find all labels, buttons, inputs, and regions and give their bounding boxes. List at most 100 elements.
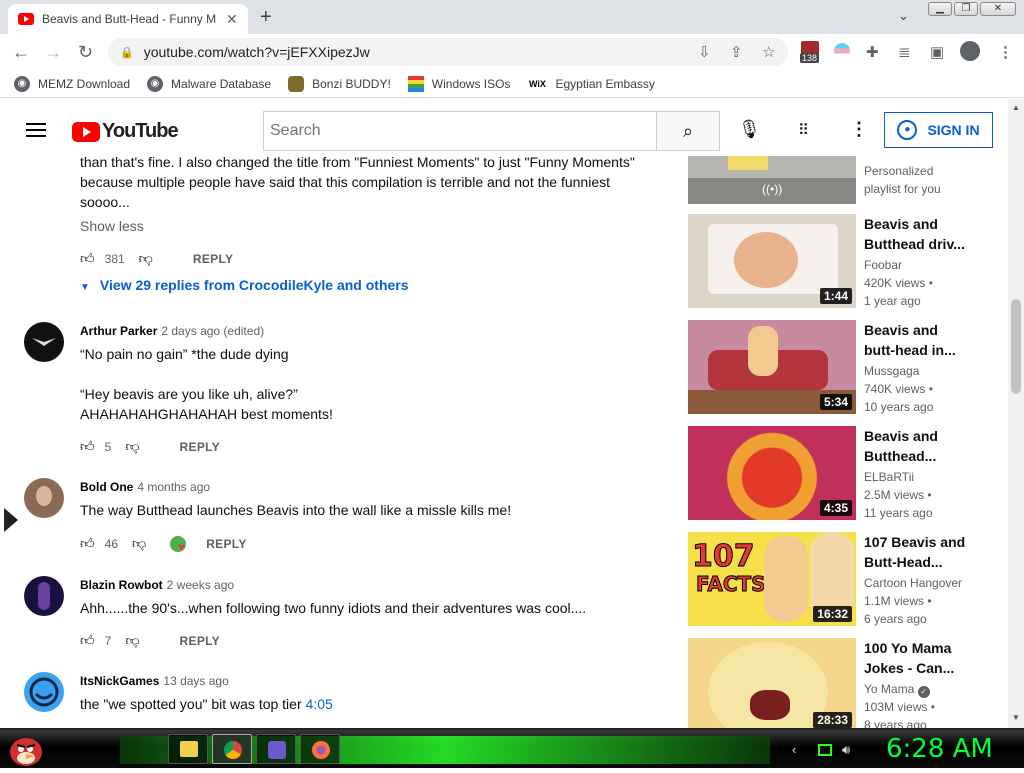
scroll-up-icon[interactable]: ▲ — [1012, 103, 1020, 112]
dislike-icon[interactable]: 👎︎ — [125, 438, 139, 455]
video-channel[interactable]: Cartoon Hangover — [864, 574, 962, 592]
video-title[interactable]: Beavis and Butthead driv... — [864, 214, 1004, 254]
reload-icon[interactable]: ↻ — [78, 42, 93, 63]
like-icon[interactable]: 👍︎ — [80, 250, 95, 267]
maximize-icon[interactable]: ❐ — [954, 2, 978, 16]
comment-author[interactable]: Blazin Rowbot 2 weeks ago — [80, 578, 234, 592]
bookmark-windows-isos[interactable]: Windows ISOs — [407, 75, 510, 92]
sign-in-button[interactable]: ● SIGN IN — [884, 112, 993, 148]
tab-search-chevron-icon[interactable]: ⌄ — [898, 8, 909, 24]
like-icon[interactable]: 👍︎ — [80, 438, 95, 455]
related-video[interactable]: 4:35 Beavis and Butthead... ELBaRTii 2.5M… — [688, 426, 1008, 520]
video-thumbnail[interactable]: 5:34 — [688, 320, 856, 414]
like-icon[interactable]: 👍︎ — [80, 632, 95, 649]
video-thumbnail[interactable]: 28:33 — [688, 638, 856, 728]
video-channel[interactable]: Foobar — [864, 256, 902, 274]
dislike-icon[interactable]: 👎︎ — [125, 632, 139, 649]
search-box[interactable] — [263, 111, 657, 151]
related-video[interactable]: 28:33 100 Yo Mama Jokes - Can... Yo Mama … — [688, 638, 1008, 728]
network-icon[interactable] — [818, 744, 832, 756]
share-icon[interactable]: ⇪ — [730, 43, 743, 61]
like-icon[interactable]: 👍︎ — [80, 535, 95, 552]
close-tab-icon[interactable]: ✕ — [226, 11, 238, 28]
related-video[interactable]: 107 FACTS 16:32 107 Beavis and Butt-Head.… — [688, 532, 1008, 626]
apps-grid-icon[interactable]: ⠿ — [798, 121, 809, 139]
video-title[interactable]: Beavis and Butthead... — [864, 426, 1004, 466]
close-window-icon[interactable]: ✕ — [980, 2, 1016, 16]
scrollbar-thumb[interactable] — [1011, 299, 1021, 394]
install-icon[interactable]: ⇩ — [698, 43, 711, 61]
comment-author[interactable]: ItsNickGames 13 days ago — [80, 674, 229, 688]
avatar[interactable] — [24, 322, 64, 362]
video-title[interactable]: 100 Yo Mama Jokes - Can... — [864, 638, 1004, 678]
start-button[interactable] — [6, 732, 46, 768]
dislike-icon[interactable]: 👎︎ — [132, 535, 146, 552]
extensions-puzzle-icon[interactable]: ✚ — [866, 43, 879, 61]
media-control-icon[interactable]: ≣ — [898, 43, 911, 61]
taskbar-explorer[interactable] — [168, 734, 208, 764]
volume-icon[interactable]: 🔊︎ — [842, 742, 850, 758]
profile-avatar-icon[interactable] — [960, 41, 980, 61]
extension-flag-icon[interactable] — [834, 43, 850, 59]
comment-date[interactable]: 2 days ago (edited) — [161, 324, 264, 338]
avatar[interactable] — [24, 672, 64, 712]
lock-icon[interactable]: 🔒 — [120, 46, 134, 59]
reply-button[interactable]: REPLY — [206, 537, 246, 551]
youtube-logo[interactable]: YouTube — [72, 120, 179, 143]
more-options-icon[interactable]: ⋮ — [850, 119, 868, 140]
side-panel-icon[interactable]: ▣ — [930, 43, 944, 61]
browser-tab[interactable]: Beavis and Butt-Head - Funny M ✕ — [8, 4, 248, 34]
taskbar-app[interactable] — [256, 734, 296, 764]
page-scrollbar[interactable]: ▲ ▼ — [1008, 99, 1024, 728]
video-thumbnail[interactable]: 4:35 — [688, 426, 856, 520]
search-button[interactable]: ⌕ — [656, 111, 720, 151]
video-title[interactable]: 107 Beavis and Butt-Head... — [864, 532, 1004, 572]
dislike-icon[interactable]: 👎︎ — [139, 250, 153, 267]
video-channel[interactable]: Yo Mama ✓ — [864, 680, 930, 698]
video-channel[interactable]: Mussgaga — [864, 362, 919, 380]
reply-button[interactable]: REPLY — [193, 252, 233, 266]
search-input[interactable] — [270, 122, 657, 140]
taskbar-firefox[interactable] — [300, 734, 340, 764]
comment-date[interactable]: 13 days ago — [163, 674, 228, 688]
related-video-mix[interactable]: ((•)) Personalized playlist for you — [688, 156, 1008, 204]
avatar-face — [36, 486, 52, 506]
avatar[interactable] — [24, 478, 64, 518]
video-thumbnail[interactable]: 107 FACTS 16:32 — [688, 532, 856, 626]
scroll-down-icon[interactable]: ▼ — [1012, 713, 1020, 722]
minimize-icon[interactable]: ▁ — [928, 2, 952, 16]
show-less-link[interactable]: Show less — [80, 218, 144, 234]
timestamp-link[interactable]: 4:05 — [306, 696, 333, 712]
bookmark-egyptian-embassy[interactable]: WiX Egyptian Embassy — [527, 76, 655, 92]
video-thumbnail[interactable]: 1:44 — [688, 214, 856, 308]
related-video[interactable]: 1:44 Beavis and Butthead driv... Foobar 4… — [688, 214, 1008, 308]
bookmark-bonzi-buddy[interactable]: Bonzi BUDDY! — [288, 75, 391, 92]
comment-date[interactable]: 4 months ago — [137, 480, 210, 494]
bookmark-star-icon[interactable]: ☆ — [762, 43, 775, 61]
bookmark-memz[interactable]: ◉ MEMZ Download — [14, 75, 130, 92]
back-icon[interactable]: ← — [12, 42, 30, 63]
taskbar-chrome[interactable] — [212, 734, 252, 764]
bookmark-malware-database[interactable]: ◉ Malware Database — [147, 75, 271, 92]
video-channel[interactable]: ELBaRTii — [864, 468, 914, 486]
video-views: 2.5M views • — [864, 488, 932, 502]
taskbar-clock[interactable]: 6:28 AM — [886, 734, 993, 764]
view-replies-button[interactable]: ▼ View 29 replies from CrocodileKyle and … — [80, 277, 409, 293]
video-title[interactable]: Beavis and butt-head in... — [864, 320, 1004, 360]
new-tab-icon[interactable]: + — [260, 6, 272, 29]
comment-date[interactable]: 2 weeks ago — [167, 578, 234, 592]
hamburger-menu-icon[interactable] — [26, 123, 46, 141]
reply-button[interactable]: REPLY — [180, 634, 220, 648]
avatar[interactable] — [24, 576, 64, 616]
address-bar[interactable]: 🔒 youtube.com/watch?v=jEFXXipezJw ⇩ ⇪ ☆ — [108, 38, 788, 66]
video-thumbnail[interactable]: ((•)) — [688, 156, 856, 204]
microphone-icon[interactable]: 🎙 — [738, 119, 761, 140]
tray-expand-icon[interactable]: ‹ — [792, 742, 796, 757]
reply-button[interactable]: REPLY — [180, 440, 220, 454]
comment-author[interactable]: Bold One 4 months ago — [80, 480, 210, 494]
comment-author[interactable]: Arthur Parker 2 days ago (edited) — [80, 324, 264, 338]
related-video[interactable]: 5:34 Beavis and butt-head in... Mussgaga … — [688, 320, 1008, 414]
forward-icon[interactable]: → — [44, 42, 62, 63]
video-meta-line: playlist for you — [864, 182, 941, 196]
chrome-menu-icon[interactable]: ⋮ — [998, 43, 1013, 61]
